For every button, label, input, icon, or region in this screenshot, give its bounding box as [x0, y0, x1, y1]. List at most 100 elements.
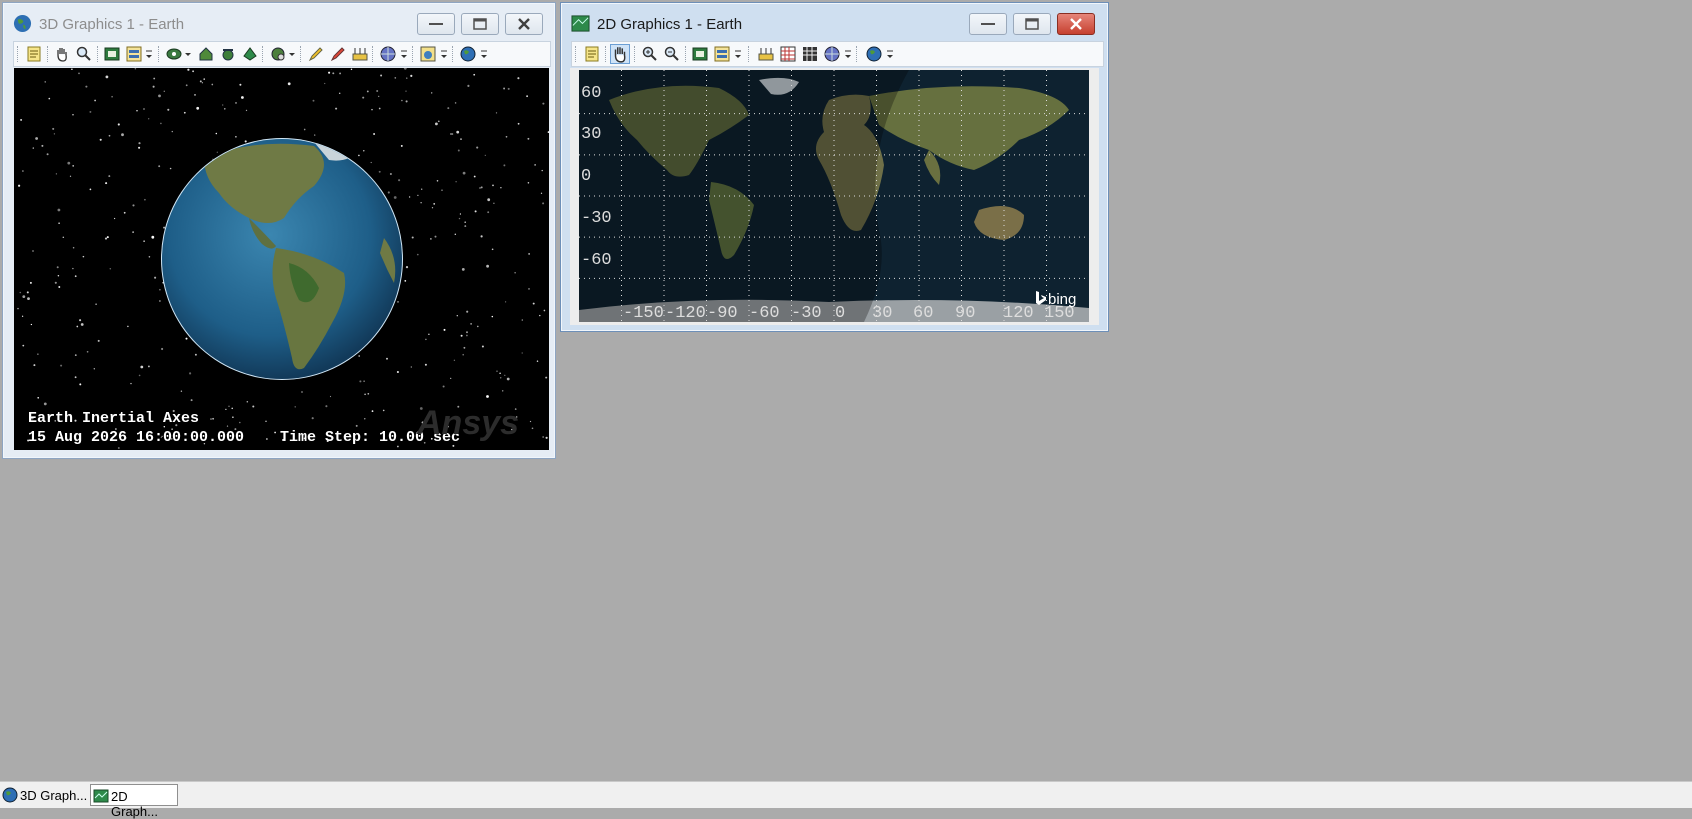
report-icon[interactable] — [126, 46, 142, 62]
minimize-icon — [429, 23, 443, 25]
mdi-taskbar: 3D Graph... 2D Graph... — [0, 781, 1692, 819]
report-icon[interactable] — [714, 46, 730, 62]
chevron-down-icon[interactable] — [734, 48, 742, 60]
lat-label: 0 — [581, 167, 592, 186]
2d-viewport[interactable]: 60 30 0 -30 -60 -150 -120 -90 -60 -30 0 … — [570, 68, 1099, 325]
lon-label: -30 — [791, 304, 822, 322]
3d-viewport[interactable]: Earth Inertial Axes 15 Aug 2026 16:00:00… — [14, 68, 549, 450]
lat-label: 60 — [581, 84, 602, 103]
grid-icon[interactable] — [780, 46, 796, 62]
lat-label: -30 — [581, 209, 612, 228]
zoom-out-icon[interactable] — [664, 46, 680, 62]
zoom-icon[interactable] — [76, 46, 92, 62]
lat-label: 30 — [581, 125, 602, 144]
lon-label: -150 — [623, 304, 664, 322]
toolbar-grip[interactable] — [634, 46, 637, 62]
toolbar-grip[interactable] — [262, 46, 265, 62]
minimize-button[interactable] — [417, 13, 455, 35]
close-button[interactable] — [505, 13, 543, 35]
globe-manager-icon[interactable] — [824, 46, 840, 62]
toolbar-grip[interactable] — [452, 46, 455, 62]
title-bar[interactable]: 2D Graphics 1 - Earth — [561, 3, 1108, 43]
globe-icon — [2, 787, 18, 803]
chevron-down-icon[interactable] — [480, 48, 488, 60]
taskbar-label: 2D Graph... — [111, 789, 158, 819]
2d-map-view-icon[interactable] — [692, 46, 708, 62]
close-icon — [1070, 18, 1082, 30]
pencil-icon[interactable] — [308, 46, 324, 62]
toolbar-grip[interactable] — [856, 46, 859, 62]
globe-manager-icon[interactable] — [380, 46, 396, 62]
globe-icon[interactable] — [460, 46, 476, 62]
map-attribution: bing — [1048, 291, 1077, 308]
zoom-in-icon[interactable] — [642, 46, 658, 62]
chevron-down-icon[interactable] — [184, 48, 192, 60]
lat-label: -60 — [581, 251, 612, 270]
lon-label: 60 — [913, 304, 934, 322]
maximize-icon — [473, 18, 487, 30]
toolbar-grip[interactable] — [97, 46, 100, 62]
ansys-watermark: Ansys — [417, 404, 520, 442]
maximize-button[interactable] — [461, 13, 499, 35]
toolbar-grip[interactable] — [17, 46, 20, 62]
world-map[interactable]: 60 30 0 -30 -60 -150 -120 -90 -60 -30 0 … — [579, 70, 1089, 322]
taskbar-label: 3D Graph... — [20, 788, 88, 803]
taskbar-item-2d-graphics[interactable]: 2D Graph... — [90, 784, 178, 819]
graphics-2d-toolbar — [571, 41, 1104, 67]
toolbar-grip[interactable] — [47, 46, 50, 62]
toolbar-grip[interactable] — [300, 46, 303, 62]
close-button[interactable] — [1057, 13, 1095, 35]
axes-label: Earth Inertial Axes — [28, 410, 200, 427]
map-icon — [571, 15, 590, 32]
pan-hand-icon[interactable] — [54, 46, 70, 62]
3d-window-properties-icon[interactable] — [420, 46, 436, 62]
chevron-down-icon[interactable] — [844, 48, 852, 60]
view-from-icon[interactable] — [166, 46, 182, 62]
maximize-button[interactable] — [1013, 13, 1051, 35]
graphics-2d-window[interactable]: 2D Graphics 1 - Earth 60 30 0 -30 -60 -1… — [560, 2, 1109, 332]
title-bar[interactable]: 3D Graphics 1 - Earth — [3, 3, 555, 43]
chevron-down-icon[interactable] — [440, 48, 448, 60]
map-icon — [93, 789, 109, 803]
orbit-view-icon[interactable] — [220, 46, 236, 62]
home-view-icon[interactable] — [198, 46, 214, 62]
window-title: 2D Graphics 1 - Earth — [597, 16, 743, 33]
fixed-view-icon[interactable] — [242, 46, 258, 62]
toolbar-grip[interactable] — [412, 46, 415, 62]
chevron-down-icon[interactable] — [145, 48, 153, 60]
taskbar-item-3d-graphics[interactable]: 3D Graph... — [0, 784, 88, 806]
lon-label: 0 — [835, 304, 846, 322]
minimize-icon — [981, 23, 995, 25]
earth-globe — [161, 138, 403, 380]
toolbar-grip[interactable] — [372, 46, 375, 62]
properties-icon[interactable] — [26, 46, 42, 62]
lon-label: -90 — [707, 304, 738, 322]
toolbar-grip[interactable] — [575, 46, 578, 62]
graphics-3d-toolbar — [13, 41, 551, 67]
bing-logo-icon — [1036, 291, 1046, 305]
maximize-icon — [1025, 18, 1039, 30]
measure-icon[interactable] — [758, 46, 774, 62]
chevron-down-icon[interactable] — [288, 48, 296, 60]
toolbar-grip[interactable] — [605, 46, 608, 62]
3d-globe-settings-icon[interactable] — [270, 46, 286, 62]
toolbar-grip[interactable] — [685, 46, 688, 62]
window-title: 3D Graphics 1 - Earth — [39, 16, 185, 33]
table-icon[interactable] — [802, 46, 818, 62]
map-gridlines — [579, 70, 1089, 322]
chevron-down-icon[interactable] — [886, 48, 894, 60]
lon-label: 120 — [1003, 304, 1034, 322]
pan-hand-icon[interactable] — [610, 44, 630, 64]
close-icon — [518, 18, 530, 30]
properties-icon[interactable] — [584, 46, 600, 62]
chevron-down-icon[interactable] — [400, 48, 408, 60]
globe-icon[interactable] — [866, 46, 882, 62]
graphics-3d-window[interactable]: 3D Graphics 1 - Earth Earth Inertial Axe… — [2, 2, 556, 459]
minimize-button[interactable] — [969, 13, 1007, 35]
measure-icon[interactable] — [352, 46, 368, 62]
2d-map-view-icon[interactable] — [104, 46, 120, 62]
toolbar-grip[interactable] — [158, 46, 161, 62]
datetime-label: 15 Aug 2026 16:00:00.000 — [28, 429, 245, 446]
draw-icon[interactable] — [330, 46, 346, 62]
toolbar-grip[interactable] — [748, 46, 751, 62]
